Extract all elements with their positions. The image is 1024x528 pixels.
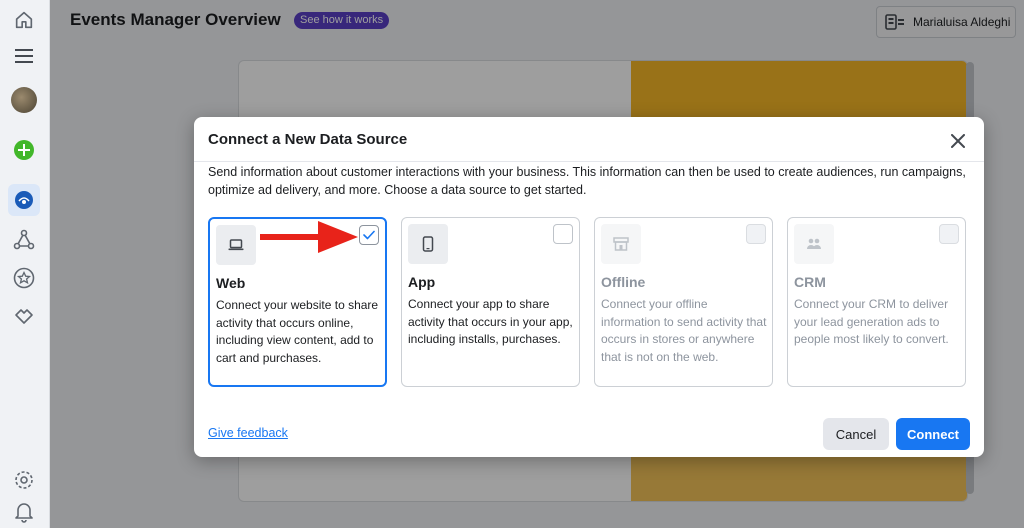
data-source-option-app[interactable]: App Connect your app to share activity t… — [401, 217, 580, 387]
option-name: CRM — [794, 274, 826, 290]
store-icon — [601, 224, 641, 264]
option-checkbox-crm — [939, 224, 959, 244]
partner-icon[interactable] — [8, 300, 40, 332]
cancel-button[interactable]: Cancel — [823, 418, 889, 450]
settings-icon[interactable] — [8, 464, 40, 496]
close-icon[interactable] — [946, 129, 970, 153]
option-name: Web — [216, 275, 246, 291]
connect-data-source-dialog: Connect a New Data Source Send informati… — [194, 117, 984, 457]
data-source-option-crm: CRM Connect your CRM to deliver your lea… — [787, 217, 966, 387]
give-feedback-link[interactable]: Give feedback — [208, 426, 288, 440]
dialog-title: Connect a New Data Source — [208, 131, 408, 148]
connections-icon[interactable] — [8, 224, 40, 256]
annotation-arrow-icon — [260, 221, 358, 253]
phone-icon — [408, 224, 448, 264]
avatar[interactable] — [8, 84, 40, 116]
option-description: Connect your app to share activity that … — [408, 297, 573, 346]
data-source-option-offline: Offline Connect your offline information… — [594, 217, 773, 387]
laptop-icon — [216, 225, 256, 265]
checkmark-icon — [363, 230, 375, 240]
dialog-description: Send information about customer interact… — [208, 165, 966, 197]
events-manager-icon[interactable] — [8, 184, 40, 216]
notifications-icon[interactable] — [8, 496, 40, 528]
menu-icon[interactable] — [8, 40, 40, 72]
home-icon[interactable] — [8, 4, 40, 36]
option-checkbox-web[interactable] — [359, 225, 379, 245]
option-checkbox-app[interactable] — [553, 224, 573, 244]
dialog-divider — [194, 161, 984, 162]
connect-button[interactable]: Connect — [896, 418, 970, 450]
option-description: Connect your CRM to deliver your lead ge… — [794, 297, 949, 346]
option-name: App — [408, 274, 436, 290]
star-icon[interactable] — [8, 262, 40, 294]
option-description: Connect your offline information to send… — [601, 297, 767, 364]
left-navigation-rail — [0, 0, 50, 528]
people-icon — [794, 224, 834, 264]
option-description: Connect your website to share activity t… — [216, 298, 379, 365]
create-icon[interactable] — [8, 134, 40, 166]
option-checkbox-offline — [746, 224, 766, 244]
option-name: Offline — [601, 274, 646, 290]
